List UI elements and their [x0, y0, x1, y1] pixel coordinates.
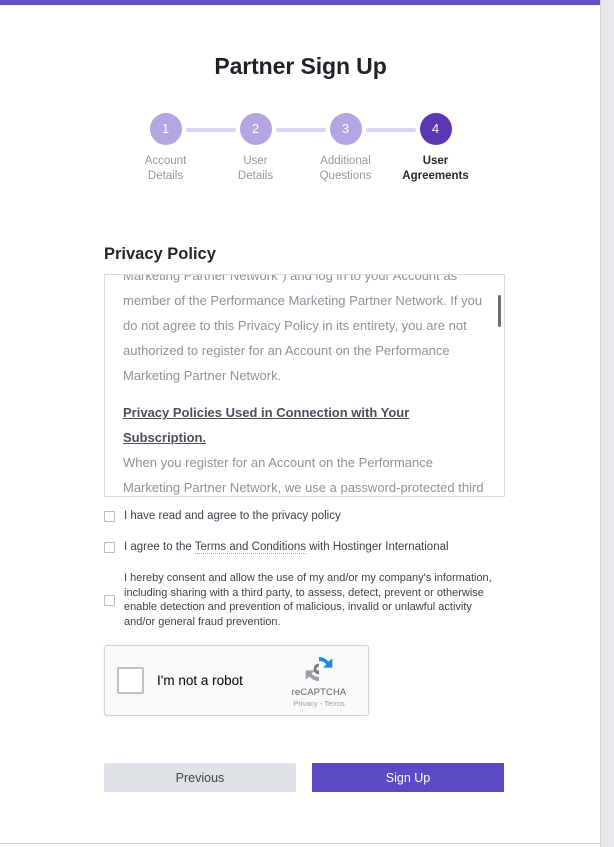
checkbox-fraud-consent[interactable]: [104, 594, 115, 606]
policy-scrollbar-track[interactable]: [495, 275, 504, 496]
checkbox-terms[interactable]: [104, 542, 115, 553]
privacy-subheading: Privacy Policies Used in Connection with…: [123, 405, 410, 445]
privacy-paragraph-2: When you register for an Account on the …: [123, 455, 484, 495]
stepper-step-4[interactable]: 4 User Agreements: [391, 113, 481, 184]
terms-prefix: I agree to the: [124, 541, 195, 553]
agreement-row-privacy[interactable]: I have read and agree to the privacy pol…: [104, 509, 505, 524]
step-label-2-line1: User: [243, 155, 268, 167]
checkbox-terms-label: I agree to the Terms and Conditions with…: [124, 540, 449, 555]
privacy-policy-heading: Privacy Policy: [104, 245, 216, 263]
progress-stepper: 1 Account Details 2 User Details 3 Addit…: [0, 113, 601, 193]
bottom-divider: [0, 843, 601, 844]
recaptcha-brand-name: reCAPTCHA: [291, 687, 347, 698]
step-number-4: 4: [419, 113, 452, 145]
previous-button[interactable]: Previous: [104, 763, 296, 792]
page-content: Partner Sign Up 1 Account Details 2 User: [0, 5, 601, 843]
step-label-2-line2: Details: [237, 170, 274, 182]
step-number-3: 3: [329, 113, 362, 145]
step-label-3-line1: Additional: [320, 155, 371, 167]
page-scrollbar[interactable]: [600, 0, 614, 847]
stepper-step-3[interactable]: 3 Additional Questions: [301, 113, 416, 184]
checkbox-privacy-policy-label: I have read and agree to the privacy pol…: [124, 510, 341, 522]
agreement-row-consent[interactable]: I hereby consent and allow the use of my…: [104, 571, 505, 629]
recaptcha-privacy-link[interactable]: Privacy: [293, 699, 318, 708]
terms-and-conditions-link[interactable]: Terms and Conditions: [194, 541, 306, 554]
terms-suffix: with Hostinger International: [306, 541, 449, 553]
step-label-3-line2: Questions: [319, 170, 372, 182]
recaptcha-legal-links: Privacy - Terms: [282, 699, 356, 708]
checkbox-fraud-consent-label: I hereby consent and allow the use of my…: [124, 572, 492, 628]
recaptcha-label: I'm not a robot: [157, 673, 243, 688]
recaptcha-terms-link[interactable]: Terms: [324, 699, 344, 708]
checkbox-privacy-policy[interactable]: [104, 511, 115, 522]
recaptcha-logo-icon: [305, 657, 333, 681]
step-connector-3: [365, 128, 416, 132]
form-actions: Previous Sign Up: [104, 763, 504, 792]
step-label-4-line1: User: [422, 155, 449, 167]
policy-scrollbar-thumb[interactable]: [498, 295, 501, 327]
step-label-4-line2: Agreements: [402, 170, 469, 182]
privacy-section: Privacy Policy Marketing Partner Network…: [0, 245, 601, 716]
privacy-policy-text: Marketing Partner Network") and log in t…: [123, 274, 486, 496]
recaptcha-widget[interactable]: I'm not a robot reCAPTCHA Privacy - Term…: [104, 645, 369, 716]
stepper-step-1[interactable]: 1 Account Details: [121, 113, 236, 184]
step-label-1: Account Details: [121, 154, 211, 184]
step-connector-1: [185, 128, 236, 132]
privacy-policy-scrollbox[interactable]: Marketing Partner Network") and log in t…: [104, 274, 505, 497]
agreements-group: I have read and agree to the privacy pol…: [104, 509, 505, 629]
step-label-4: User Agreements: [391, 154, 481, 184]
agreement-row-terms[interactable]: I agree to the Terms and Conditions with…: [104, 540, 505, 555]
step-number-2: 2: [239, 113, 272, 145]
page-title: Partner Sign Up: [214, 53, 387, 79]
step-connector-2: [275, 128, 326, 132]
step-label-1-line2: Details: [147, 170, 184, 182]
step-label-1-line1: Account: [144, 155, 187, 167]
recaptcha-branding: reCAPTCHA Privacy - Terms: [282, 653, 356, 708]
step-number-1: 1: [149, 113, 182, 145]
privacy-paragraph-1: Marketing Partner Network") and log in t…: [123, 274, 483, 383]
signup-page: Partner Sign Up 1 Account Details 2 User: [0, 0, 614, 847]
stepper-row: 1 Account Details 2 User Details 3 Addit…: [0, 113, 601, 184]
step-label-3: Additional Questions: [301, 154, 391, 184]
signup-button[interactable]: Sign Up: [312, 763, 504, 792]
stepper-step-2[interactable]: 2 User Details: [211, 113, 326, 184]
recaptcha-checkbox[interactable]: [117, 667, 144, 694]
step-label-2: User Details: [211, 154, 301, 184]
